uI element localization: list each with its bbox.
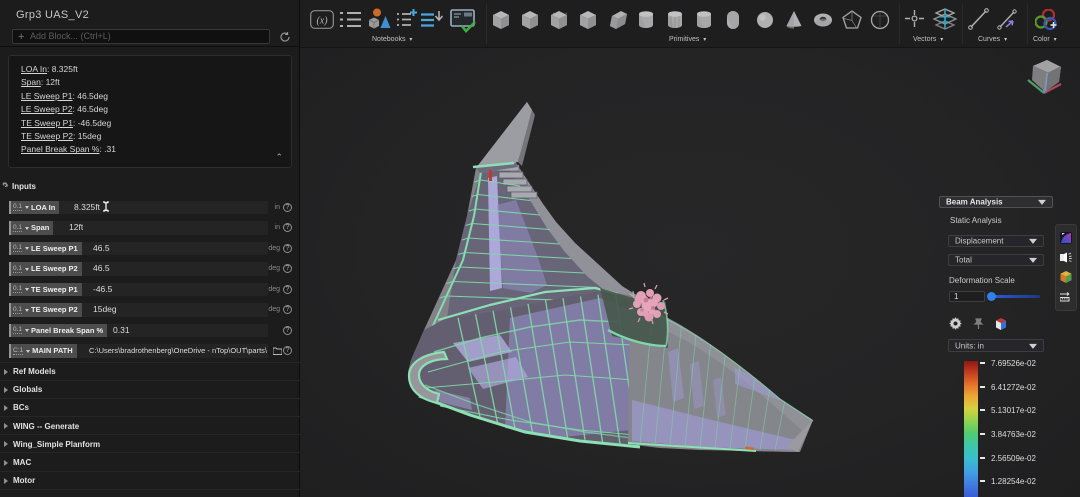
- svg-text:(x): (x): [316, 16, 328, 27]
